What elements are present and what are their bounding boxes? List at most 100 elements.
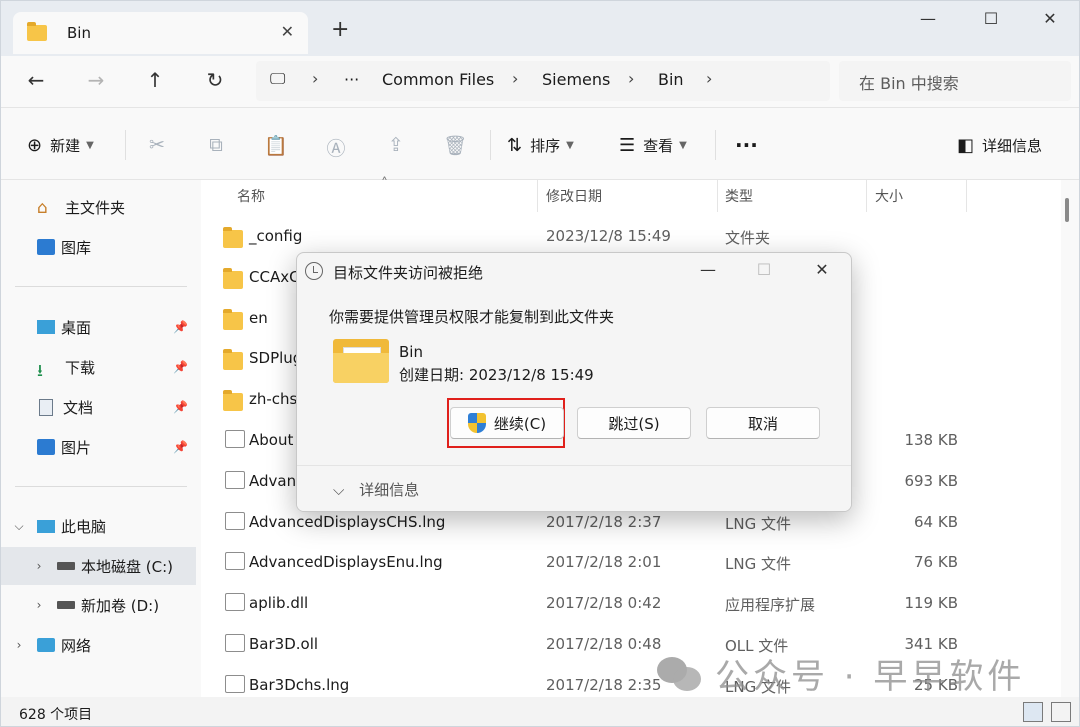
computer-icon: 🖵 (270, 69, 286, 88)
paste-icon[interactable]: 📋 (263, 134, 289, 157)
file-size: 119 KB (904, 594, 958, 613)
column-divider[interactable] (866, 180, 867, 212)
sidebar-item-label: 网络 (61, 636, 92, 655)
details-view-icon[interactable] (1023, 702, 1043, 722)
more-options-button[interactable]: ··· (735, 132, 758, 158)
pin-icon[interactable]: 📌 (173, 360, 188, 374)
sidebar-item-drive-c[interactable]: › 本地磁盘 (C:) (1, 547, 196, 585)
desktop-icon (37, 320, 55, 334)
column-divider[interactable] (717, 180, 718, 212)
file-modified: 2017/2/18 2:01 (546, 553, 662, 572)
chevron-right-icon[interactable]: › (1, 559, 57, 573)
download-icon: ⭳ (37, 361, 43, 381)
details-pane-icon: ◧ (957, 134, 975, 156)
tab-bin[interactable]: Bin ✕ (13, 12, 308, 54)
column-header-size[interactable]: 大小 (875, 186, 903, 206)
sidebar-item-label: 文档 (63, 398, 94, 417)
sidebar-item-gallery[interactable]: 图库 (1, 228, 196, 266)
vertical-scrollbar[interactable] (1061, 180, 1079, 697)
column-header-name[interactable]: 名称 (237, 186, 265, 206)
sidebar-item-label: 下载 (65, 358, 96, 377)
file-type: 文件夹 (725, 229, 771, 247)
file-row[interactable]: AdvancedDisplaysEnu.lng 2017/2/18 2:01 LNG… (201, 543, 1061, 584)
dialog-message: 你需要提供管理员权限才能复制到此文件夹 (329, 308, 615, 326)
file-modified: 2017/2/18 2:37 (546, 512, 662, 531)
dialog-minimize-button[interactable]: — (693, 260, 723, 279)
up-button[interactable]: ↑ (140, 68, 170, 92)
sidebar-item-thispc[interactable]: ⌵ 此电脑 (1, 507, 196, 545)
chevron-down-icon[interactable]: ⌵ (1, 519, 37, 534)
column-header-type[interactable]: 类型 (725, 186, 753, 206)
close-tab-icon[interactable]: ✕ (281, 22, 294, 41)
column-divider[interactable] (537, 180, 538, 212)
share-icon[interactable]: ⇪ (383, 134, 409, 156)
sidebar-item-pictures[interactable]: 图片 📌 (1, 428, 196, 466)
refresh-button[interactable]: ↻ (200, 68, 230, 92)
scrollbar-thumb[interactable] (1065, 198, 1069, 222)
file-modified: 2017/2/18 0:42 (546, 594, 662, 613)
chevron-down-icon: ▼ (86, 139, 94, 151)
computer-icon (37, 519, 55, 533)
file-explorer-window: Bin ✕ + — ☐ ✕ ← → ↑ ↻ 🖵 › ··· Common Fil… (0, 0, 1080, 727)
details-button[interactable]: ◧ 详细信息 (957, 132, 1042, 158)
cut-icon[interactable]: ✂ (144, 134, 170, 156)
chevron-right-icon: › (706, 69, 713, 88)
sidebar-item-network[interactable]: › 网络 (1, 626, 196, 664)
new-button[interactable]: ⊕ 新建 ▼ (27, 132, 94, 158)
more-details-toggle[interactable]: ⌵ 详细信息 (333, 479, 419, 500)
tiles-view-icon[interactable] (1051, 702, 1071, 722)
new-tab-button[interactable]: + (331, 17, 349, 42)
pin-icon[interactable]: 📌 (173, 400, 188, 414)
file-type: LNG 文件 (725, 555, 791, 574)
continue-button[interactable]: 继续(C) (450, 407, 564, 439)
back-button[interactable]: ← (21, 68, 51, 92)
maximize-button[interactable]: ☐ (968, 9, 1014, 31)
breadcrumb-more[interactable]: ··· (344, 70, 359, 89)
cancel-button[interactable]: 取消 (706, 407, 820, 439)
dialog-close-button[interactable]: ✕ (807, 260, 837, 279)
file-size: 76 KB (914, 553, 958, 572)
file-row[interactable]: aplib.dll 2017/2/18 0:42 应用程序扩展 119 KB (201, 584, 1061, 625)
sidebar-item-home[interactable]: ⌂ 主文件夹 (1, 188, 196, 226)
gallery-icon (37, 239, 55, 255)
forward-button[interactable]: → (81, 68, 111, 92)
close-window-button[interactable]: ✕ (1027, 9, 1073, 31)
sort-button[interactable]: ⇅ 排序 ▼ (507, 132, 574, 158)
delete-icon[interactable]: 🗑 (442, 134, 468, 157)
copy-icon[interactable]: ⧉ (203, 134, 229, 156)
sort-label: 排序 (530, 136, 561, 155)
search-input[interactable]: 在 Bin 中搜索 (839, 61, 1071, 101)
folder-icon (223, 308, 243, 330)
sidebar-item-label: 图库 (61, 238, 92, 257)
chevron-right-icon[interactable]: › (1, 638, 37, 652)
folder-icon (223, 227, 243, 248)
minimize-button[interactable]: — (905, 9, 951, 31)
dialog-title: 目标文件夹访问被拒绝 (333, 264, 484, 282)
breadcrumb-item[interactable]: Bin (658, 70, 684, 89)
file-icon (225, 552, 245, 571)
rename-icon[interactable]: Ⓐ (323, 134, 349, 161)
divider (125, 130, 126, 160)
more-details-label: 详细信息 (359, 481, 420, 499)
file-icon (225, 511, 245, 530)
chevron-right-icon[interactable]: › (1, 598, 57, 612)
pin-icon[interactable]: 📌 (173, 320, 188, 334)
sidebar-item-drive-d[interactable]: › 新加卷 (D:) (1, 586, 196, 624)
file-name: Advan (249, 471, 297, 490)
column-header-modified[interactable]: 修改日期 (546, 186, 602, 206)
view-button[interactable]: ☰ 查看 ▼ (619, 132, 687, 158)
pin-icon[interactable]: 📌 (173, 440, 188, 454)
sidebar-item-downloads[interactable]: ⭳ 下载 📌 (1, 348, 196, 386)
folder-icon (223, 349, 243, 371)
address-bar[interactable]: 🖵 › ··· Common Files › Siemens › Bin › (256, 61, 830, 101)
column-divider[interactable] (966, 180, 967, 212)
breadcrumb-item[interactable]: Common Files (382, 70, 494, 89)
sort-icon: ⇅ (507, 134, 523, 156)
sidebar-item-documents[interactable]: 文档 📌 (1, 388, 196, 426)
skip-button[interactable]: 跳过(S) (577, 407, 691, 439)
breadcrumb-item[interactable]: Siemens (542, 70, 610, 89)
sidebar-item-desktop[interactable]: 桌面 📌 (1, 308, 196, 346)
navigation-pane: ⌂ 主文件夹 图库 桌面 📌 ⭳ 下载 📌 文档 📌 图片 📌 ⌵ 此电脑 › … (1, 180, 201, 697)
sidebar-item-label: 本地磁盘 (C:) (81, 557, 173, 576)
sidebar-item-label: 主文件夹 (65, 198, 126, 217)
